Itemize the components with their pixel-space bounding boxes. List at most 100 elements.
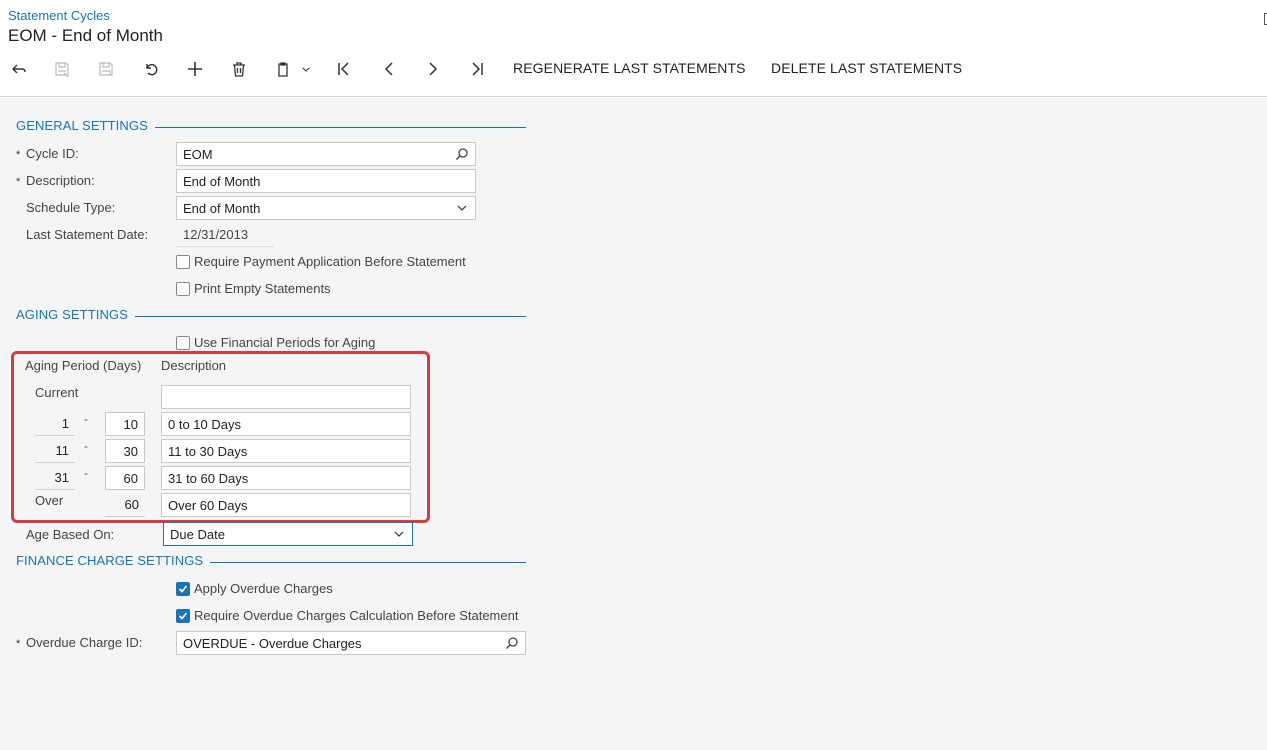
previous-record-button[interactable] — [379, 56, 399, 82]
save-icon — [99, 62, 113, 76]
description-label: Description: — [26, 173, 95, 188]
chevron-down-icon — [394, 531, 404, 537]
add-button[interactable] — [185, 56, 205, 82]
required-marker: * — [16, 176, 21, 188]
page-title: EOM - End of Month — [8, 26, 163, 45]
over-description-field[interactable]: Over 60 Days — [161, 493, 411, 517]
save-button[interactable] — [96, 56, 116, 82]
undo-button[interactable] — [141, 56, 161, 82]
apply-overdue-charges-checkbox[interactable]: Apply Overdue Charges — [176, 581, 333, 596]
aging-row-3-to-value: 60 — [123, 470, 138, 486]
description-field[interactable]: End of Month — [176, 169, 476, 193]
last-statement-date-value: 12/31/2013 — [177, 223, 273, 247]
aging-row-3-description-field[interactable]: 31 to 60 Days — [161, 466, 411, 490]
aging-row-1-to-field[interactable]: 10 — [105, 412, 145, 436]
clipboard-icon — [278, 62, 288, 77]
first-record-icon — [338, 62, 349, 76]
checkbox-box-checked[interactable] — [176, 608, 190, 623]
first-record-button[interactable] — [334, 56, 354, 82]
range-dash: - — [84, 412, 88, 426]
aging-row-3-to-field[interactable]: 60 — [105, 466, 145, 490]
aging-row-2-description-field[interactable]: 11 to 30 Days — [161, 439, 411, 463]
chevron-right-icon — [429, 62, 438, 76]
delete-button[interactable] — [229, 56, 249, 82]
schedule-type-label: Schedule Type: — [26, 200, 116, 215]
over-description: Over 60 Days — [168, 497, 248, 513]
schedule-type-value: End of Month — [183, 200, 261, 216]
require-payment-checkbox[interactable]: Require Payment Application Before State… — [176, 254, 466, 269]
current-description-field[interactable] — [161, 385, 411, 409]
apply-overdue-charges-label: Apply Overdue Charges — [194, 581, 333, 596]
search-icon[interactable] — [505, 636, 519, 650]
overdue-charge-id-value: OVERDUE - Overdue Charges — [183, 635, 362, 651]
aging-row-3-description: 31 to 60 Days — [168, 470, 249, 486]
print-empty-statements-checkbox[interactable]: Print Empty Statements — [176, 281, 331, 296]
current-label: Current — [35, 385, 79, 400]
overdue-charge-id-field[interactable]: OVERDUE - Overdue Charges — [176, 631, 526, 655]
last-record-icon — [472, 62, 483, 76]
back-arrow-icon — [12, 64, 26, 74]
checkbox-box[interactable] — [176, 281, 190, 296]
general-settings-title: GENERAL SETTINGS — [16, 118, 148, 133]
description-value: End of Month — [183, 173, 261, 189]
finance-charge-settings-heading: FINANCE CHARGE SETTINGS — [16, 553, 526, 568]
aging-row-2-to-field[interactable]: 30 — [105, 439, 145, 463]
aging-row-1-description: 0 to 10 Days — [168, 416, 241, 432]
aging-period-header: Aging Period (Days) — [25, 358, 142, 373]
print-empty-label: Print Empty Statements — [194, 281, 331, 296]
cycle-id-label: Cycle ID: — [26, 146, 79, 161]
finance-charge-settings-title: FINANCE CHARGE SETTINGS — [16, 553, 204, 568]
aging-row-1-to-value: 10 — [123, 416, 138, 432]
aging-settings-heading: AGING SETTINGS — [16, 307, 526, 322]
aging-row-2-from: 11 — [35, 439, 75, 463]
chevron-down-icon — [457, 205, 467, 211]
range-dash: - — [84, 439, 88, 453]
chevron-down-icon — [302, 67, 310, 72]
delete-last-statements-button[interactable]: DELETE LAST STATEMENTS — [771, 60, 962, 76]
toolbar: REGENERATE LAST STATEMENTS DELETE LAST S… — [0, 56, 1000, 82]
use-financial-periods-label: Use Financial Periods for Aging — [194, 335, 376, 350]
checkmark-icon — [178, 611, 188, 620]
require-overdue-calc-label: Require Overdue Charges Calculation Befo… — [194, 608, 519, 623]
checkbox-box-checked[interactable] — [176, 581, 190, 596]
require-payment-label: Require Payment Application Before State… — [194, 254, 466, 269]
aging-row-3-from: 31 — [35, 466, 75, 490]
use-financial-periods-checkbox[interactable]: Use Financial Periods for Aging — [176, 335, 375, 350]
aging-description-header: Description — [161, 358, 227, 373]
over-value: 60 — [105, 493, 145, 517]
general-settings-heading: GENERAL SETTINGS — [16, 118, 526, 133]
trash-icon — [233, 62, 245, 77]
breadcrumb-statement-cycles[interactable]: Statement Cycles — [8, 8, 110, 23]
form-area: GENERAL SETTINGS * Cycle ID: EOM * Descr… — [0, 98, 1267, 750]
regenerate-last-statements-button[interactable]: REGENERATE LAST STATEMENTS — [513, 60, 746, 76]
required-marker: * — [16, 638, 21, 650]
cycle-id-field[interactable]: EOM — [176, 142, 476, 166]
schedule-type-select[interactable]: End of Month — [176, 196, 476, 220]
require-overdue-calc-checkbox[interactable]: Require Overdue Charges Calculation Befo… — [176, 608, 518, 623]
checkbox-box[interactable] — [176, 254, 190, 269]
next-record-button[interactable] — [423, 56, 443, 82]
cycle-id-value: EOM — [183, 146, 213, 162]
required-marker: * — [16, 149, 21, 161]
back-button[interactable] — [9, 56, 29, 82]
checkbox-box[interactable] — [176, 335, 190, 350]
chevron-left-icon — [384, 62, 393, 76]
aging-row-2-description: 11 to 30 Days — [168, 443, 248, 459]
plus-icon — [188, 62, 202, 76]
aging-row-1-from: 1 — [35, 412, 75, 436]
page-header: Statement Cycles EOM - End of Month REGE… — [0, 0, 1267, 97]
over-label: Over — [35, 493, 64, 508]
copy-paste-button[interactable] — [272, 56, 294, 82]
copy-paste-dropdown[interactable] — [298, 56, 314, 82]
age-based-on-value: Due Date — [170, 526, 225, 542]
aging-settings-title: AGING SETTINGS — [16, 307, 128, 322]
save-close-button[interactable] — [52, 56, 72, 82]
last-statement-date-label: Last Statement Date: — [26, 227, 149, 242]
age-based-on-select[interactable]: Due Date — [163, 522, 413, 546]
undo-icon — [146, 63, 158, 76]
aging-row-1-description-field[interactable]: 0 to 10 Days — [161, 412, 411, 436]
range-dash: - — [84, 466, 88, 480]
overdue-charge-id-label: Overdue Charge ID: — [26, 635, 143, 650]
search-icon[interactable] — [455, 147, 469, 161]
last-record-button[interactable] — [467, 56, 487, 82]
